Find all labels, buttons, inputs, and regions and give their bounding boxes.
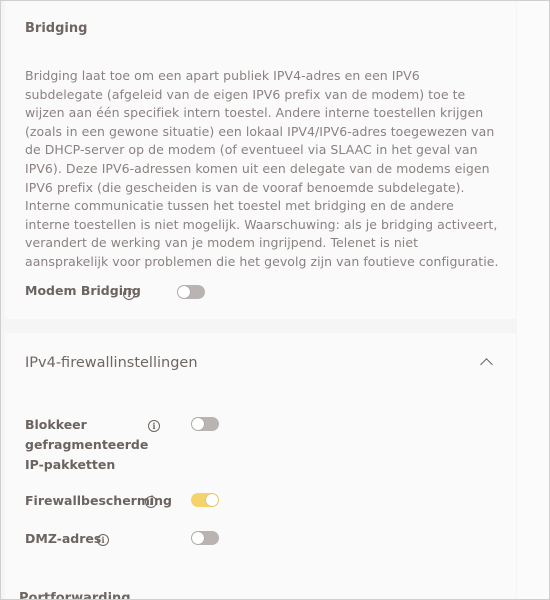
- bridging-title: Bridging: [25, 21, 88, 36]
- info-icon[interactable]: i: [148, 420, 160, 432]
- toggle-knob: [192, 418, 204, 430]
- settings-panel: Bridging Bridging laat toe om een apart …: [0, 0, 550, 600]
- bridging-description: Bridging laat toe om een apart publiek I…: [25, 68, 499, 269]
- dmz-address-label: DMZ-adres: [25, 531, 102, 546]
- modem-bridging-toggle[interactable]: [177, 285, 205, 299]
- info-icon[interactable]: i: [123, 288, 135, 300]
- toggle-knob: [206, 494, 218, 506]
- portforwarding-title[interactable]: Portforwarding: [19, 591, 131, 599]
- block-fragmented-ip-toggle[interactable]: [191, 417, 219, 431]
- scrollbar-track[interactable]: [517, 1, 549, 599]
- toggle-knob: [192, 532, 204, 544]
- toggle-knob: [178, 286, 190, 298]
- bridging-card: Bridging Bridging laat toe om een apart …: [5, 1, 516, 319]
- firewall-protection-toggle[interactable]: [191, 493, 219, 507]
- info-icon[interactable]: i: [145, 496, 157, 508]
- firewall-section-title[interactable]: IPv4-firewallinstellingen: [25, 355, 198, 371]
- firewall-card: IPv4-firewallinstellingen Blokkeer gefra…: [5, 333, 516, 599]
- block-fragmented-ip-label: Blokkeer gefragmenteerde IP-pakketten: [25, 417, 149, 472]
- chevron-up-icon[interactable]: [480, 358, 493, 371]
- dmz-address-toggle[interactable]: [191, 531, 219, 545]
- info-icon[interactable]: i: [97, 534, 109, 546]
